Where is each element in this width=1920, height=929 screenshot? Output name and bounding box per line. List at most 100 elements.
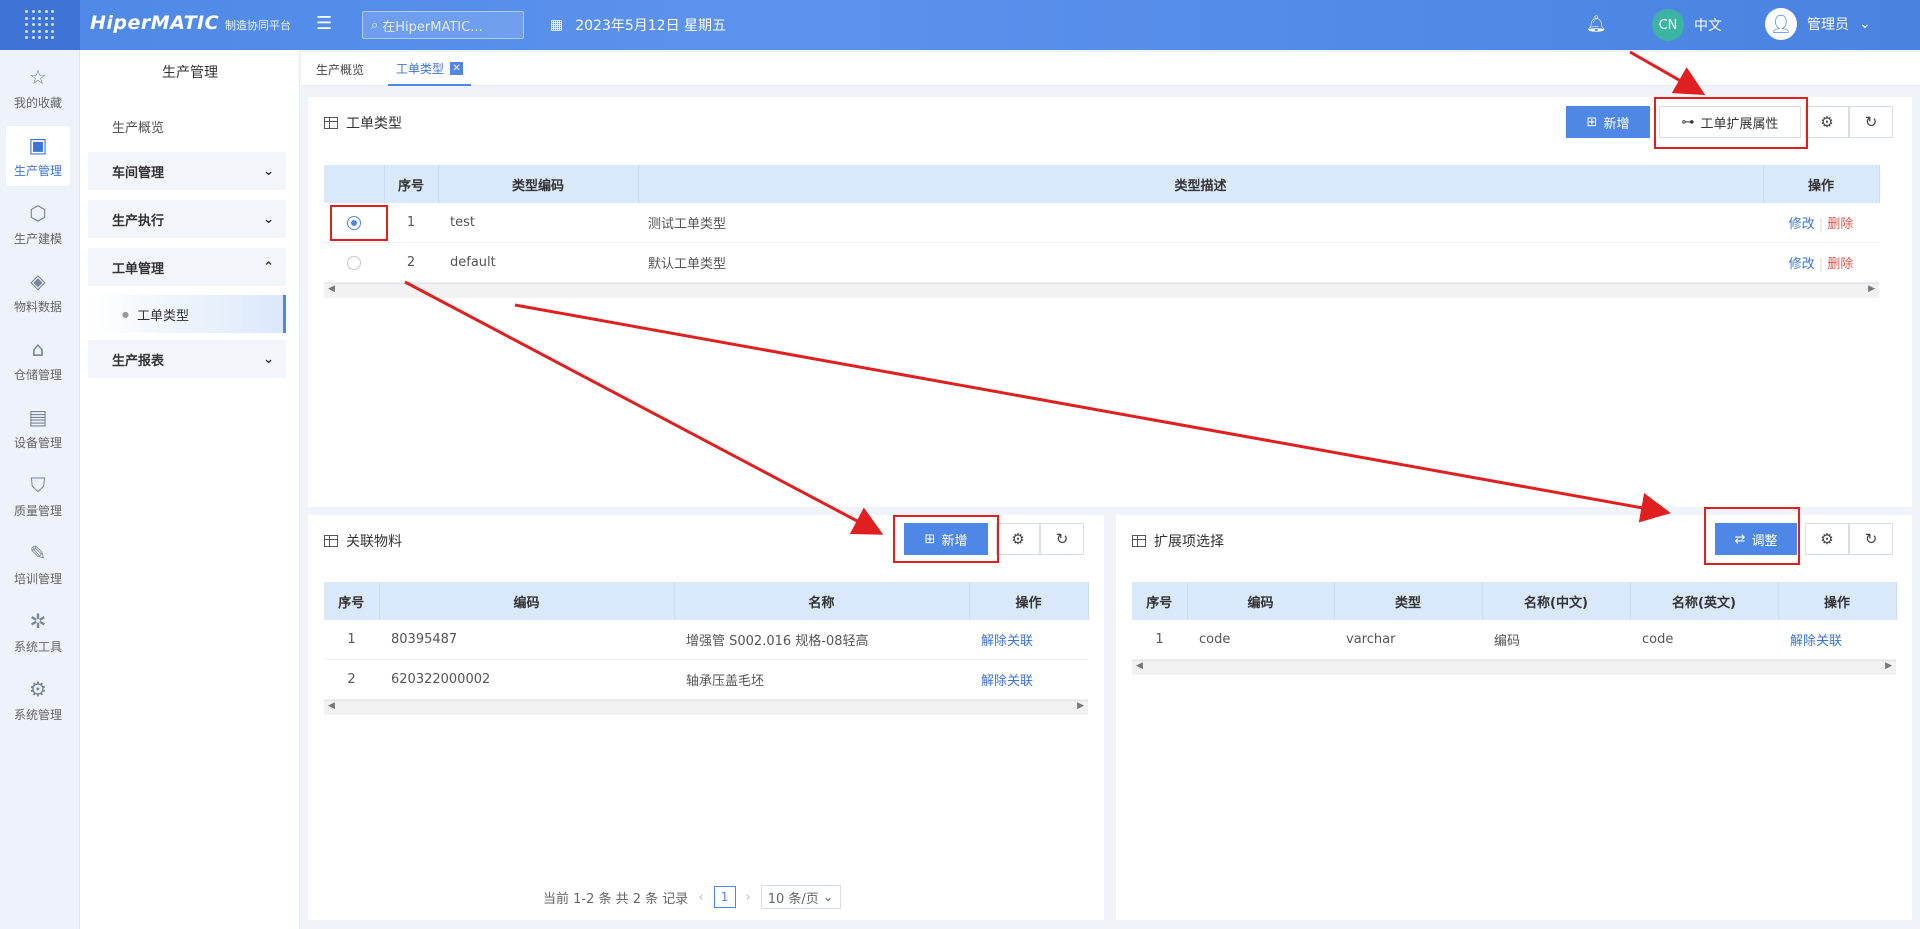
refresh-icon[interactable]: ↻ xyxy=(1040,523,1084,555)
device-icon: ▤ xyxy=(28,404,48,429)
left-nav-item[interactable]: ⬡ 生产建模 xyxy=(6,194,70,254)
col-header: 类型编码 xyxy=(438,165,639,203)
left-nav-item[interactable]: ✲ 系统工具 xyxy=(6,602,70,662)
add-icon: ⊞ xyxy=(1586,114,1598,130)
material-icon: ◈ xyxy=(30,268,46,293)
tab-bar xyxy=(301,52,1920,86)
search-input[interactable]: ⌕ 在HiperMATIC... xyxy=(362,11,524,39)
material-title: 关联物料 xyxy=(324,531,402,551)
col-header: 类型 xyxy=(1334,582,1483,620)
sub-nav-item-order-type[interactable]: ● 工单类型 xyxy=(88,295,286,333)
page-number[interactable]: 1 xyxy=(713,886,736,908)
col-header: 序号 xyxy=(324,582,380,620)
edit-link[interactable]: 修改 xyxy=(1789,217,1815,232)
close-icon[interactable]: ✕ xyxy=(450,61,464,75)
order-type-table: 序号 类型编码 类型描述 操作 1 test 测试工单类型 修改 | 删除 2 … xyxy=(324,165,1880,298)
shield-icon: ⛉ xyxy=(30,472,46,497)
left-nav-label: 系统工具 xyxy=(13,639,62,654)
prev-page-icon[interactable]: ‹ xyxy=(698,890,703,905)
left-nav-item[interactable]: ⌂ 仓储管理 xyxy=(6,330,70,390)
training-icon: ✎ xyxy=(29,540,47,565)
left-nav-item[interactable]: ▣ 生产管理 xyxy=(6,126,70,186)
production-icon: ▣ xyxy=(28,132,48,157)
tab-overview[interactable]: 生产概览 xyxy=(316,52,364,86)
table-row[interactable]: 1 test 测试工单类型 修改 | 删除 xyxy=(324,203,1879,243)
language-switch[interactable]: CN 中文 xyxy=(1652,9,1722,41)
refresh-icon[interactable]: ↻ xyxy=(1849,523,1893,555)
network-icon: ✲ xyxy=(29,608,47,633)
settings-icon: ⚙ xyxy=(29,676,47,701)
refresh-icon[interactable]: ↻ xyxy=(1849,106,1893,138)
table-row[interactable]: 1 code varchar 编码 code 解除关联 xyxy=(1132,620,1896,660)
tab-order-type[interactable]: 工单类型 ✕ xyxy=(388,52,472,86)
horizontal-scrollbar[interactable]: ◀ ▶ xyxy=(324,700,1088,715)
left-nav-item[interactable]: ◈ 物料数据 xyxy=(6,262,70,322)
edit-link[interactable]: 修改 xyxy=(1789,257,1815,272)
sub-nav-item-execution[interactable]: 生产执行 ⌄ xyxy=(88,200,286,238)
unlink-link[interactable]: 解除关联 xyxy=(981,674,1033,689)
unlink-link[interactable]: 解除关联 xyxy=(981,634,1033,649)
col-header: 编码 xyxy=(1187,582,1335,620)
col-header: 编码 xyxy=(379,582,675,620)
table-icon xyxy=(1132,535,1146,547)
horizontal-scrollbar[interactable]: ◀ ▶ xyxy=(1132,660,1896,675)
settings-icon[interactable]: ⚙ xyxy=(996,523,1040,555)
sub-nav-title: 生产管理 xyxy=(162,65,218,81)
user-menu[interactable]: 👤︎ 管理员 ⌄ xyxy=(1765,8,1871,40)
table-icon xyxy=(324,117,338,129)
delete-link[interactable]: 删除 xyxy=(1827,217,1853,232)
table-icon xyxy=(324,535,338,547)
delete-link[interactable]: 删除 xyxy=(1827,257,1853,272)
menu-toggle-icon[interactable]: ☰ xyxy=(316,13,332,34)
left-nav-item[interactable]: ⛉ 质量管理 xyxy=(6,466,70,526)
annotation-box-ext-attr xyxy=(1654,97,1808,149)
col-header: 操作 xyxy=(1763,165,1880,203)
left-nav-label: 我的收藏 xyxy=(13,95,62,110)
app-grid-icon[interactable] xyxy=(0,0,80,50)
bell-icon[interactable]: 🔔︎ xyxy=(1586,14,1606,33)
col-header: 名称(中文) xyxy=(1482,582,1631,620)
table-row[interactable]: 1 80395487 增强管 S002.016 规格-08轻高 解除关联 xyxy=(324,620,1088,660)
left-nav-label: 培训管理 xyxy=(13,571,62,586)
left-nav-label: 设备管理 xyxy=(13,435,62,450)
warehouse-icon: ⌂ xyxy=(31,336,45,361)
chevron-down-icon: ⌄ xyxy=(263,351,274,367)
left-nav-label: 系统管理 xyxy=(13,707,62,722)
chevron-down-icon: ⌄ xyxy=(1859,16,1871,32)
annotation-box-radio xyxy=(330,205,388,241)
left-nav-item[interactable]: ✎ 培训管理 xyxy=(6,534,70,594)
col-header: 操作 xyxy=(969,582,1089,620)
settings-icon[interactable]: ⚙ xyxy=(1805,523,1849,555)
date-display: ▦ 2023年5月12日 星期五 xyxy=(550,17,727,34)
chevron-down-icon: ⌄ xyxy=(822,889,834,905)
left-nav-label: 物料数据 xyxy=(13,299,62,314)
add-order-type-button[interactable]: ⊞ 新增 xyxy=(1566,106,1650,138)
left-nav-item[interactable]: ☆ 我的收藏 xyxy=(6,58,70,118)
col-header: 操作 xyxy=(1778,582,1897,620)
col-header: 序号 xyxy=(384,165,439,203)
chevron-up-icon: ⌃ xyxy=(263,259,274,275)
horizontal-scrollbar[interactable]: ◀ ▶ xyxy=(324,283,1879,298)
sub-nav-item-workshop[interactable]: 车间管理 ⌄ xyxy=(88,152,286,190)
brand-logo: HiperMATIC 制造协同平台 xyxy=(90,12,292,34)
left-nav-item[interactable]: ▤ 设备管理 xyxy=(6,398,70,458)
row-radio[interactable] xyxy=(347,255,361,270)
table-row[interactable]: 2 620322000002 轴承压盖毛坯 解除关联 xyxy=(324,659,1088,700)
left-nav-item[interactable]: ⚙ 系统管理 xyxy=(6,670,70,730)
ext-title: 扩展项选择 xyxy=(1132,531,1224,551)
order-type-title: 工单类型 xyxy=(324,113,402,133)
settings-icon[interactable]: ⚙ xyxy=(1805,106,1849,138)
chevron-down-icon: ⌄ xyxy=(263,163,274,179)
table-row[interactable]: 2 default 默认工单类型 修改 | 删除 xyxy=(324,242,1879,283)
sub-nav-item-order-mgmt[interactable]: 工单管理 ⌃ xyxy=(88,248,286,286)
unlink-link[interactable]: 解除关联 xyxy=(1790,634,1842,649)
next-page-icon[interactable]: › xyxy=(746,890,751,905)
left-nav-label: 质量管理 xyxy=(13,503,62,518)
pager-summary: 当前 1-2 条 共 2 条 记录 xyxy=(543,891,689,907)
page-size-select[interactable]: 10 条/页 ⌄ xyxy=(760,885,841,909)
annotation-box-adjust xyxy=(1704,507,1800,565)
sub-nav-item-overview[interactable]: 生产概览 xyxy=(88,107,286,145)
sub-nav-item-reports[interactable]: 生产报表 ⌄ xyxy=(88,340,286,378)
cube-icon: ⬡ xyxy=(29,200,47,225)
order-type-panel xyxy=(308,97,1912,507)
